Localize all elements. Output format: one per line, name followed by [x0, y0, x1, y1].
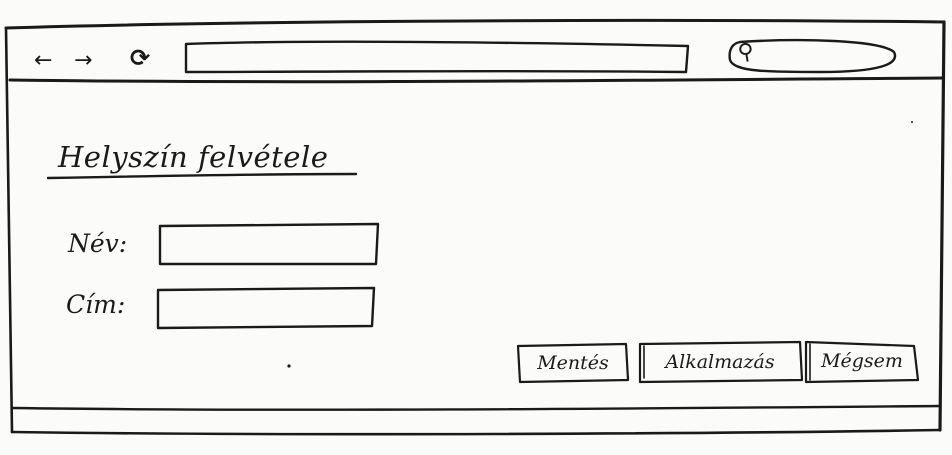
toolbar-divider	[8, 76, 944, 84]
page-title: Helyszín felvétele	[58, 140, 329, 174]
forward-button[interactable]: →	[74, 50, 92, 72]
address-label: Cím:	[66, 290, 126, 319]
address-input[interactable]	[158, 288, 374, 328]
name-label: Név:	[68, 229, 128, 258]
apply-button[interactable]: Alkalmazás	[640, 342, 800, 382]
status-bar-divider	[10, 404, 942, 411]
name-input[interactable]	[160, 224, 378, 264]
cancel-button[interactable]: Mégsem	[806, 340, 918, 382]
back-button[interactable]: ←	[34, 50, 52, 72]
address-bar[interactable]	[186, 42, 686, 72]
search-input[interactable]	[730, 42, 895, 72]
reload-icon[interactable]: ⟳	[130, 46, 150, 70]
save-button[interactable]: Mentés	[518, 344, 628, 382]
window-frame	[4, 18, 946, 30]
title-underline	[46, 172, 358, 180]
